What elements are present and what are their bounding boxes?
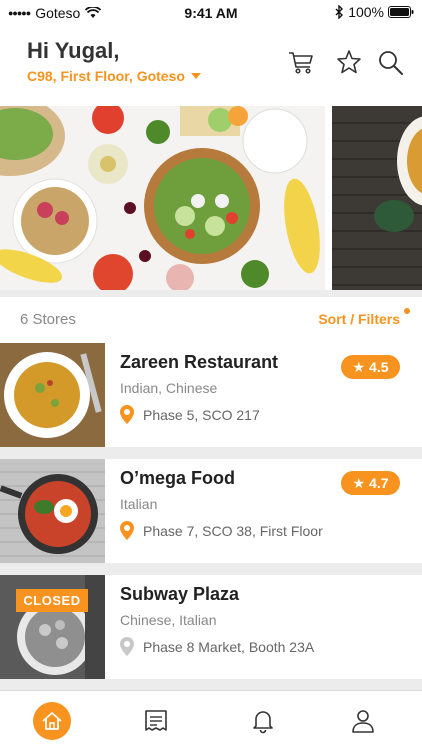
filter-indicator-dot [404, 308, 410, 314]
bottom-nav [0, 690, 422, 750]
location-selector[interactable]: C98, First Floor, Goteso [27, 68, 201, 84]
receipt-icon [145, 710, 167, 731]
location-label: C98, First Floor, Goteso [27, 68, 185, 84]
home-icon [42, 712, 62, 730]
store-address: Phase 7, SCO 38, First Floor [143, 522, 323, 539]
store-card-zareen[interactable]: Zareen Restaurant Indian, Chinese Phase … [0, 343, 422, 447]
star-icon[interactable] [335, 48, 363, 76]
banner-image-healthy-food[interactable] [0, 106, 325, 290]
store-card-omega[interactable]: O’mega Food Italian Phase 7, SCO 38, Fir… [0, 459, 422, 563]
star-filled-icon: ★ [352, 474, 366, 491]
store-address: Phase 5, SCO 217 [143, 406, 260, 423]
store-name: O’mega Food [120, 468, 236, 488]
store-address-row: Phase 8 Market, Booth 23A [120, 637, 314, 656]
rating-badge: ★ 4.7 [341, 471, 400, 495]
app-header: Hi Yugal, C98, First Floor, Goteso [0, 26, 422, 106]
store-list-header: 6 Stores Sort / Filters [0, 297, 422, 343]
bluetooth-icon [335, 5, 344, 19]
chevron-down-icon [190, 73, 201, 79]
rating-value: 4.5 [369, 359, 389, 375]
rating-value: 4.7 [369, 475, 389, 491]
banner-image-next[interactable] [332, 106, 422, 290]
store-address: Phase 8 Market, Booth 23A [143, 638, 315, 655]
store-address-row: Phase 7, SCO 38, First Floor [120, 521, 323, 540]
location-pin-icon [120, 637, 134, 656]
store-address-row: Phase 5, SCO 217 [120, 405, 260, 424]
location-pin-icon [120, 405, 134, 424]
user-icon [352, 710, 374, 733]
cart-icon[interactable] [287, 48, 315, 76]
closed-badge: CLOSED [16, 589, 88, 612]
store-cuisine: Indian, Chinese [120, 380, 218, 396]
store-thumbnail [0, 459, 105, 563]
promo-banner-carousel[interactable] [0, 106, 422, 290]
battery-icon [388, 6, 414, 18]
bell-icon [253, 711, 273, 734]
rating-badge: ★ 4.5 [341, 355, 400, 379]
sort-filters-button[interactable]: Sort / Filters [318, 311, 400, 327]
location-pin-icon [120, 521, 134, 540]
nav-notifications[interactable] [243, 701, 283, 741]
nav-profile[interactable] [343, 701, 383, 741]
store-card-subway[interactable]: CLOSED Subway Plaza Chinese, Italian Pha… [0, 575, 422, 679]
nav-orders[interactable] [136, 701, 176, 741]
store-thumbnail [0, 343, 105, 447]
search-icon[interactable] [376, 48, 404, 76]
store-name: Zareen Restaurant [120, 352, 279, 372]
store-cuisine: Chinese, Italian [120, 612, 217, 628]
status-bar: ●●●●● Goteso 9:41 AM 100% [0, 0, 422, 26]
star-filled-icon: ★ [352, 358, 366, 375]
store-name: Subway Plaza [120, 584, 240, 604]
nav-home[interactable] [33, 702, 71, 740]
store-cuisine: Italian [120, 496, 158, 512]
store-count: 6 Stores [20, 311, 76, 328]
battery-percent: 100% [348, 4, 384, 20]
greeting-title: Hi Yugal, [27, 38, 120, 63]
